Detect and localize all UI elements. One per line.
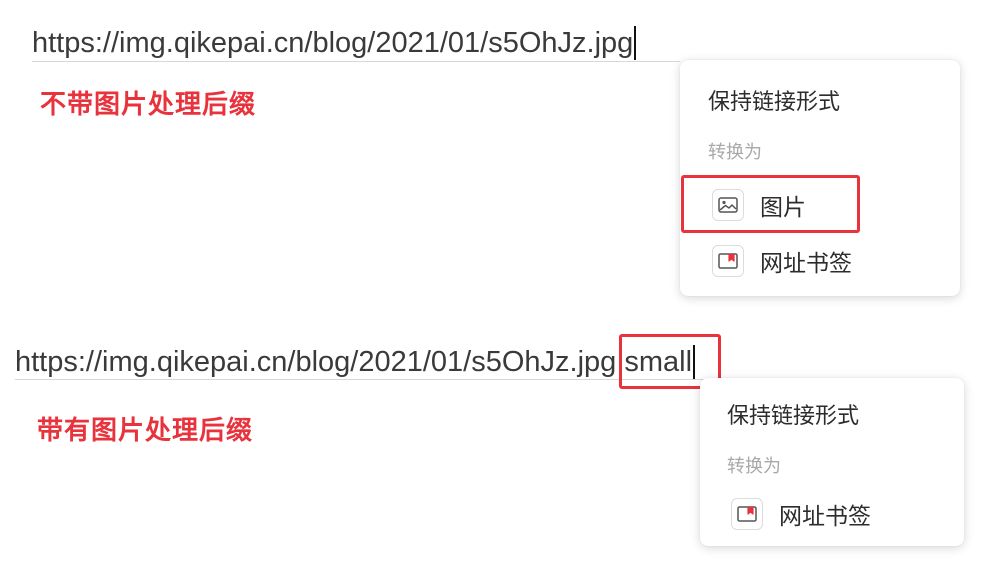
link-convert-popup: 保持链接形式 转换为 网址书签 (700, 378, 964, 546)
annotation-label: 不带图片处理后缀 (40, 90, 257, 120)
url-text-line[interactable]: https://img.qikepai.cn/blog/2021/01/s5Oh… (15, 345, 696, 379)
option-label: 网址书签 (779, 504, 871, 530)
convert-to-heading: 转换为 (708, 142, 762, 163)
convert-to-bookmark-option[interactable]: 网址书签 (731, 494, 871, 534)
text-caret (634, 26, 637, 60)
keep-link-option[interactable]: 保持链接形式 (727, 398, 859, 430)
keep-link-option[interactable]: 保持链接形式 (708, 84, 840, 116)
convert-to-bookmark-option[interactable]: 网址书签 (712, 241, 852, 281)
url-underline (15, 379, 719, 380)
url-text: https://img.qikepai.cn/blog/2021/01/s5Oh… (32, 27, 634, 59)
annotation-label: 带有图片处理后缀 (37, 416, 254, 446)
option-label: 网址书签 (760, 251, 852, 277)
highlight-box-image-option (681, 175, 860, 233)
convert-to-heading: 转换为 (727, 456, 781, 477)
bookmark-icon (731, 498, 763, 530)
url-underline (32, 61, 680, 62)
url-text: https://img.qikepai.cn/blog/2021/01/s5Oh… (15, 346, 617, 378)
url-text-line[interactable]: https://img.qikepai.cn/blog/2021/01/s5Oh… (32, 26, 637, 60)
bookmark-icon (712, 245, 744, 277)
